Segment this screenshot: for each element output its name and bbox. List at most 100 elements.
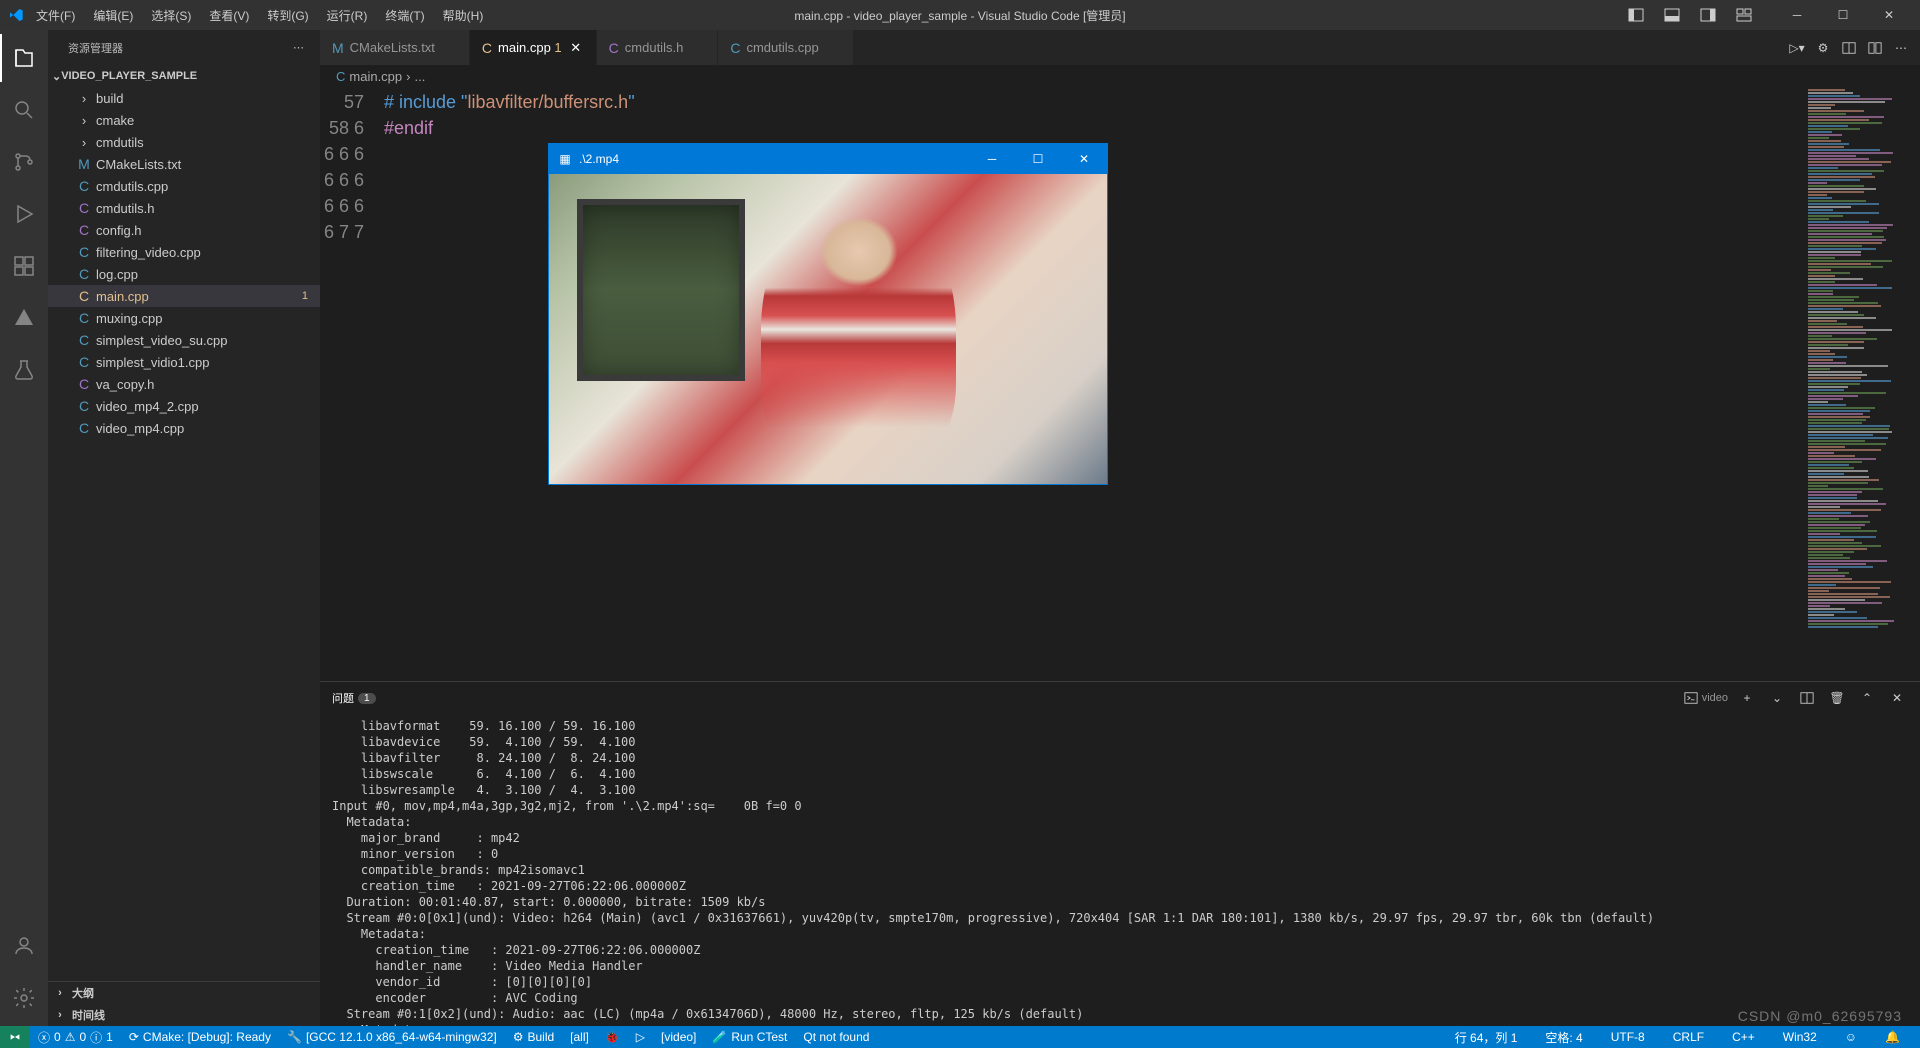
tree-item[interactable]: Ccmdutils.h	[48, 197, 320, 219]
file-icon: C	[482, 40, 492, 56]
tree-item[interactable]: Csimplest_video_su.cpp	[48, 329, 320, 351]
menu-go[interactable]: 转到(G)	[259, 3, 316, 28]
editor-tab[interactable]: Cmain.cpp 1 ✕	[470, 30, 597, 65]
tree-item[interactable]: Cconfig.h	[48, 219, 320, 241]
status-encoding[interactable]: UTF-8	[1603, 1030, 1653, 1044]
maximize-button[interactable]: ☐	[1820, 0, 1866, 30]
file-icon: C	[76, 310, 92, 326]
tree-item[interactable]: ›cmdutils	[48, 131, 320, 153]
status-feedback-icon[interactable]: ☺	[1837, 1030, 1865, 1044]
diff-icon[interactable]	[1864, 37, 1886, 59]
terminal-dropdown-icon[interactable]: ⌄	[1766, 687, 1788, 709]
minimap[interactable]	[1806, 87, 1906, 681]
file-icon: C	[76, 354, 92, 370]
status-errors[interactable]: ⓧ 0 ⚠ 0 ⓘ 1	[30, 1026, 121, 1048]
settings-icon[interactable]	[0, 974, 48, 1022]
status-debug-target[interactable]: [video]	[653, 1026, 704, 1048]
editor-tab[interactable]: MCMakeLists.txt	[320, 30, 470, 65]
menu-view[interactable]: 查看(V)	[201, 3, 257, 28]
extensions-icon[interactable]	[0, 242, 48, 290]
menu-help[interactable]: 帮助(H)	[435, 3, 492, 28]
split-editor-icon[interactable]	[1838, 37, 1860, 59]
video-player-window[interactable]: ▦ .\2.mp4 ─ ☐ ✕	[549, 144, 1107, 484]
close-tab-icon[interactable]: ✕	[568, 40, 584, 56]
testing-icon[interactable]	[0, 346, 48, 394]
run-debug-icon[interactable]	[0, 190, 48, 238]
status-qt[interactable]: Qt not found	[795, 1026, 877, 1048]
menu-terminal[interactable]: 终端(T)	[377, 3, 432, 28]
new-terminal-icon[interactable]: +	[1736, 687, 1758, 709]
toggle-primary-sidebar-icon[interactable]	[1622, 1, 1650, 29]
video-close-button[interactable]: ✕	[1061, 144, 1107, 174]
terminal-output[interactable]: libavformat 59. 16.100 / 59. 16.100 liba…	[320, 714, 1920, 1026]
status-debug-icon[interactable]: 🐞	[597, 1026, 628, 1048]
status-win[interactable]: Win32	[1775, 1030, 1825, 1044]
toggle-secondary-sidebar-icon[interactable]	[1694, 1, 1722, 29]
search-icon[interactable]	[0, 86, 48, 134]
status-lang[interactable]: C++	[1724, 1030, 1763, 1044]
accounts-icon[interactable]	[0, 922, 48, 970]
sidebar-more-icon[interactable]: ⋯	[293, 41, 304, 54]
configure-icon[interactable]: ⚙	[1812, 37, 1834, 59]
kill-terminal-icon[interactable]: 🗑	[1826, 687, 1848, 709]
close-tab-icon[interactable]	[689, 40, 705, 56]
video-titlebar[interactable]: ▦ .\2.mp4 ─ ☐ ✕	[549, 144, 1107, 174]
close-tab-icon[interactable]	[825, 40, 841, 56]
status-target[interactable]: [all]	[562, 1026, 597, 1048]
cmake-icon[interactable]	[0, 294, 48, 342]
video-minimize-button[interactable]: ─	[969, 144, 1015, 174]
tree-item[interactable]: Cfiltering_video.cpp	[48, 241, 320, 263]
tree-item[interactable]: MCMakeLists.txt	[48, 153, 320, 175]
tree-item[interactable]: ›cmake	[48, 109, 320, 131]
video-maximize-button[interactable]: ☐	[1015, 144, 1061, 174]
tree-item[interactable]: Cva_copy.h	[48, 373, 320, 395]
explorer-icon[interactable]	[0, 34, 48, 82]
terminal-panel: 问题 1 video + ⌄ 🗑 ⌃ ✕ libavformat 59. 16.…	[320, 681, 1920, 1026]
status-build[interactable]: ⚙ Build	[505, 1026, 562, 1048]
editor-tab[interactable]: Ccmdutils.cpp	[718, 30, 853, 65]
maximize-panel-icon[interactable]: ⌃	[1856, 687, 1878, 709]
menu-edit[interactable]: 编辑(E)	[85, 3, 141, 28]
status-ln-col[interactable]: 行 64，列 1	[1447, 1029, 1526, 1046]
minimize-button[interactable]: ─	[1774, 0, 1820, 30]
source-control-icon[interactable]	[0, 138, 48, 186]
close-button[interactable]: ✕	[1866, 0, 1912, 30]
status-notifications-icon[interactable]: 🔔	[1877, 1030, 1908, 1044]
tree-item[interactable]: Cmuxing.cpp	[48, 307, 320, 329]
menu-run[interactable]: 运行(R)	[319, 3, 376, 28]
status-cmake[interactable]: ⟳ CMake: [Debug]: Ready	[121, 1026, 279, 1048]
toggle-panel-icon[interactable]	[1658, 1, 1686, 29]
status-eol[interactable]: CRLF	[1665, 1030, 1712, 1044]
file-icon: C	[76, 244, 92, 260]
tree-item[interactable]: Clog.cpp	[48, 263, 320, 285]
status-spaces[interactable]: 空格: 4	[1537, 1029, 1590, 1046]
tree-item[interactable]: ›build	[48, 87, 320, 109]
customize-layout-icon[interactable]	[1730, 1, 1758, 29]
timeline-section[interactable]: ›时间线	[48, 1004, 320, 1026]
tree-item[interactable]: Cvideo_mp4_2.cpp	[48, 395, 320, 417]
breadcrumb[interactable]: C main.cpp › ...	[320, 65, 1920, 87]
tree-item[interactable]: Csimplest_vidio1.cpp	[48, 351, 320, 373]
tree-item[interactable]: Cvideo_mp4.cpp	[48, 417, 320, 439]
file-icon: C	[609, 40, 619, 56]
editor-tab[interactable]: Ccmdutils.h	[597, 30, 719, 65]
editor-tab-actions: ▷▾ ⚙ ⋯	[1786, 37, 1920, 59]
status-ctest[interactable]: 🧪 Run CTest	[704, 1026, 795, 1048]
problems-tab[interactable]: 问题 1	[332, 690, 376, 706]
remote-button[interactable]	[0, 1026, 30, 1048]
close-tab-icon[interactable]	[441, 40, 457, 56]
file-icon: C	[76, 266, 92, 282]
terminal-profile[interactable]: video	[1684, 691, 1728, 705]
tree-item[interactable]: Ccmdutils.cpp	[48, 175, 320, 197]
menu-selection[interactable]: 选择(S)	[143, 3, 199, 28]
status-launch-icon[interactable]: ▷	[628, 1026, 653, 1048]
outline-section[interactable]: ›大纲	[48, 982, 320, 1004]
tree-item[interactable]: Cmain.cpp1	[48, 285, 320, 307]
split-terminal-icon[interactable]	[1796, 687, 1818, 709]
more-icon[interactable]: ⋯	[1890, 37, 1912, 59]
status-kit[interactable]: 🔧 [GCC 12.1.0 x86_64-w64-mingw32]	[279, 1026, 505, 1048]
run-icon[interactable]: ▷▾	[1786, 37, 1808, 59]
close-panel-icon[interactable]: ✕	[1886, 687, 1908, 709]
project-header[interactable]: ⌄ VIDEO_PLAYER_SAMPLE	[48, 65, 320, 87]
menu-file[interactable]: 文件(F)	[28, 3, 83, 28]
